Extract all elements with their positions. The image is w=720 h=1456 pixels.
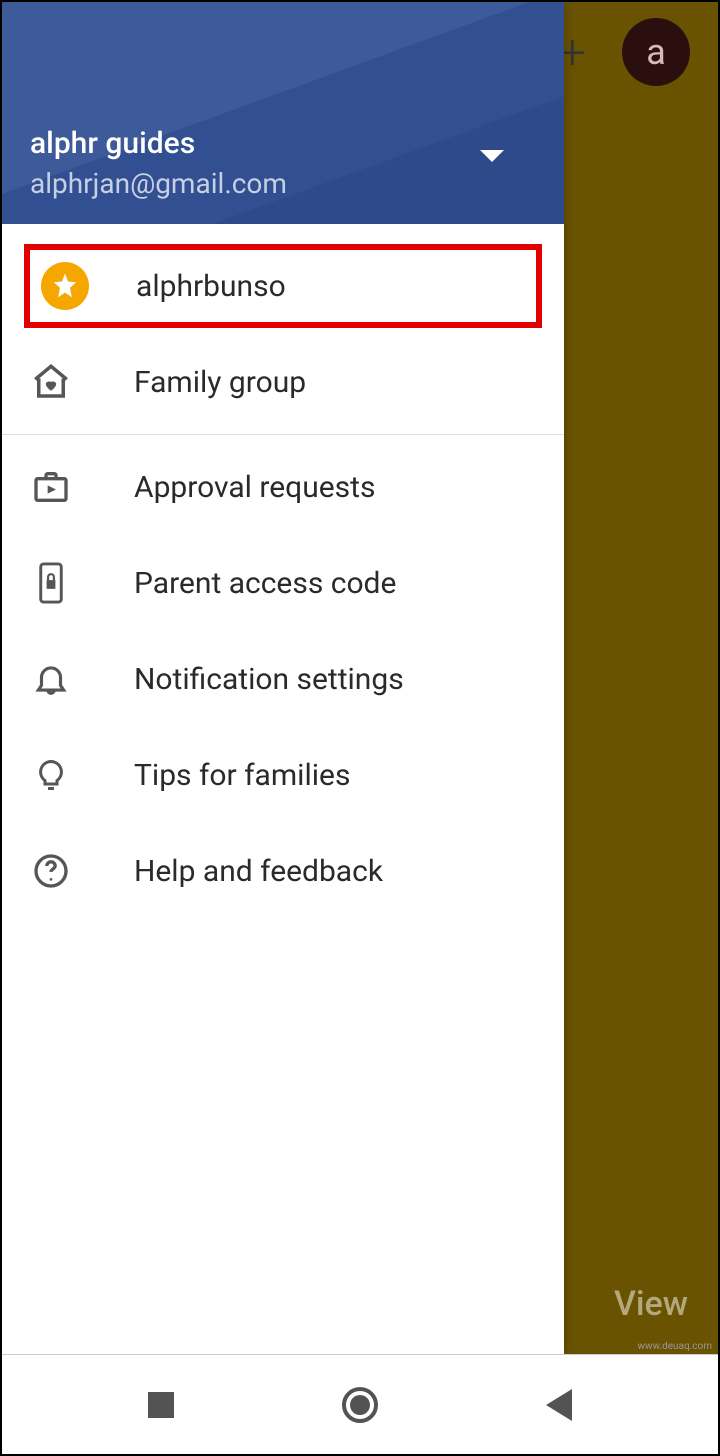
drawer-item-family-group[interactable]: Family group — [2, 334, 564, 430]
drawer-item-label: Tips for families — [134, 758, 350, 793]
system-navbar — [2, 1354, 718, 1454]
lightbulb-icon — [24, 754, 78, 796]
account-name: alphr guides — [30, 126, 536, 161]
drawer-item-parent-access-code[interactable]: Parent access code — [2, 535, 564, 631]
divider — [2, 434, 564, 435]
drawer-header[interactable]: alphr guides alphrjan@gmail.com — [2, 2, 564, 224]
back-button[interactable] — [537, 1383, 581, 1427]
account-email: alphrjan@gmail.com — [30, 167, 536, 200]
help-circle-icon — [24, 851, 78, 891]
bell-icon — [24, 658, 78, 700]
drawer-item-notification-settings[interactable]: Notification settings — [2, 631, 564, 727]
account-switcher[interactable]: alphr guides alphrjan@gmail.com — [30, 126, 536, 200]
drawer-item-tips-for-families[interactable]: Tips for families — [2, 727, 564, 823]
briefcase-play-icon — [24, 467, 78, 507]
drawer-item-label: Approval requests — [134, 470, 375, 505]
drawer-item-label: Notification settings — [134, 662, 404, 697]
star-badge-icon — [38, 262, 92, 310]
home-button[interactable] — [338, 1383, 382, 1427]
drawer-item-child-profile[interactable]: alphrbunso — [24, 244, 542, 328]
drawer-item-help-feedback[interactable]: Help and feedback — [2, 823, 564, 919]
view-button[interactable]: View — [614, 1284, 688, 1324]
profile-avatar[interactable]: a — [622, 18, 690, 86]
drawer-item-label: Family group — [134, 365, 306, 400]
drawer-items: alphrbunso Family group Approval request… — [2, 224, 564, 1354]
drawer-item-label: alphrbunso — [136, 269, 286, 304]
watermark: www.deuaq.com — [638, 1341, 713, 1352]
chevron-down-icon[interactable] — [480, 150, 504, 162]
recent-apps-button[interactable] — [139, 1383, 183, 1427]
phone-lock-icon — [24, 561, 78, 605]
drawer-item-label: Parent access code — [134, 566, 396, 601]
drawer-item-approval-requests[interactable]: Approval requests — [2, 439, 564, 535]
navigation-drawer: alphr guides alphrjan@gmail.com alphrbun… — [2, 2, 564, 1354]
home-heart-icon — [24, 361, 78, 403]
drawer-item-label: Help and feedback — [134, 854, 383, 889]
